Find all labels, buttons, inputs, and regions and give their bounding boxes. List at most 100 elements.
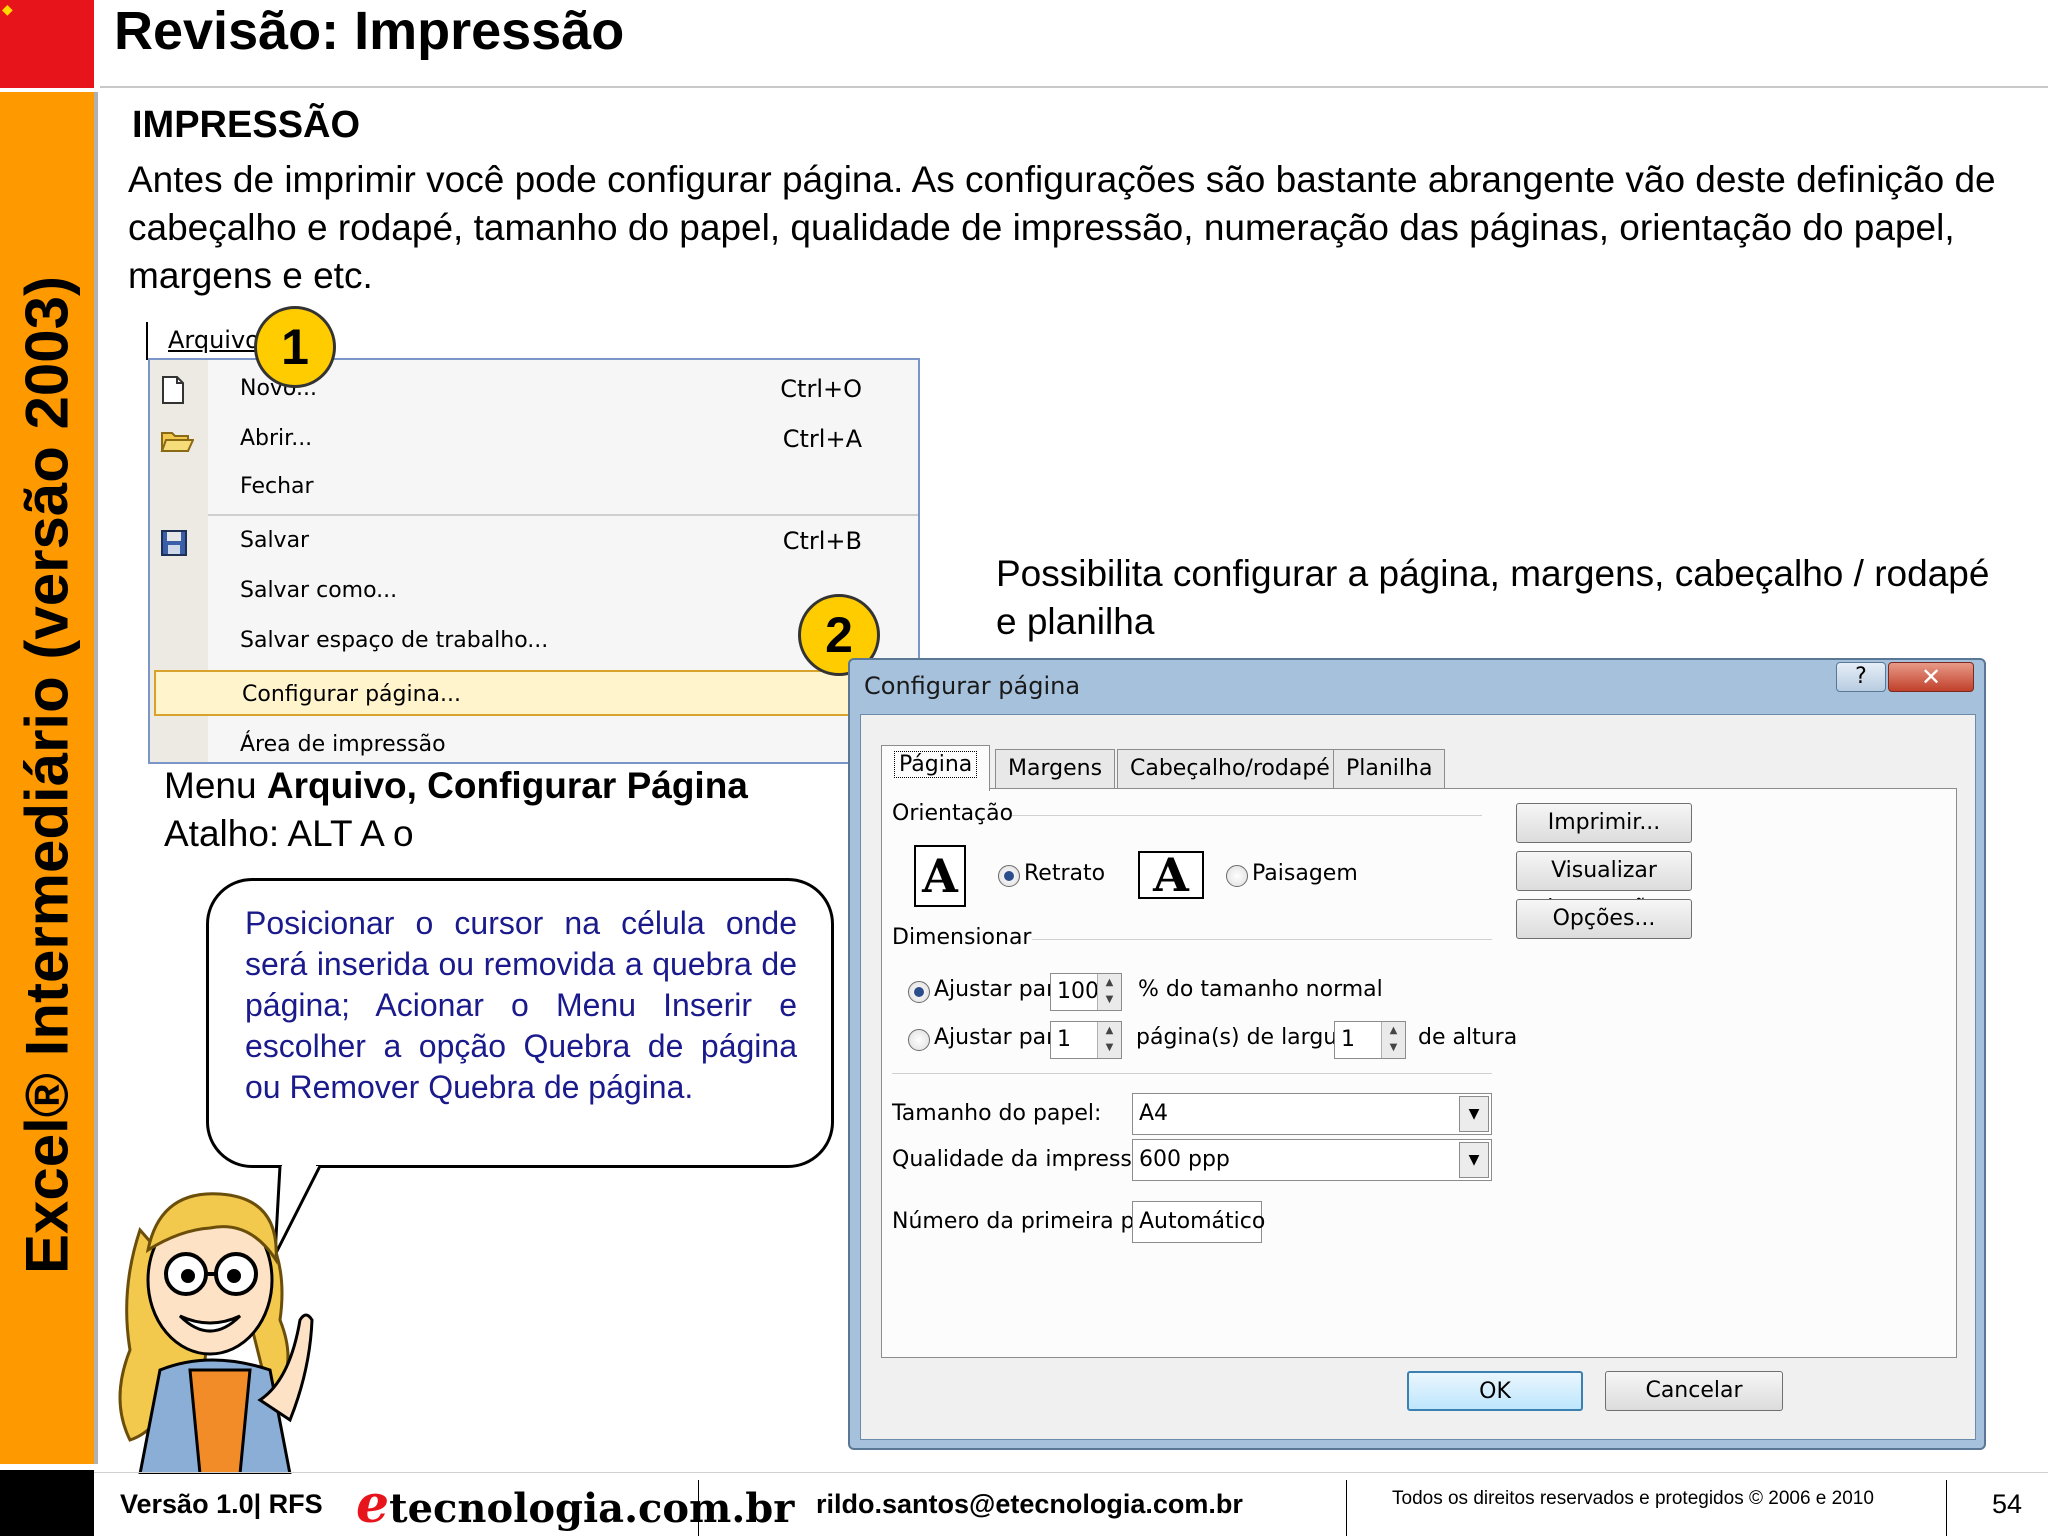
- footer-version: Versão 1.0| RFS: [120, 1489, 323, 1519]
- menu-item-fechar[interactable]: Fechar: [210, 464, 910, 510]
- spinner-value: 1: [1341, 1027, 1355, 1052]
- open-folder-icon: [160, 424, 195, 454]
- logo-text: tecnologia.com.br: [389, 1485, 795, 1532]
- options-button[interactable]: Opções...: [1516, 899, 1692, 939]
- intro-paragraph: Antes de imprimir você pode configurar p…: [128, 159, 1996, 296]
- menu-caption: Menu Arquivo, Configurar Página Atalho: …: [164, 762, 748, 858]
- cartoon-girl-illustration: [118, 1192, 314, 1474]
- landscape-page-icon: A: [1138, 851, 1204, 899]
- fit-percent-suffix: % do tamanho normal: [1138, 977, 1383, 1002]
- tab-margens[interactable]: Margens: [995, 749, 1116, 789]
- fit-percent-radio[interactable]: [908, 981, 930, 1003]
- scale-percent-spinner[interactable]: 100 ▲ ▼: [1050, 973, 1122, 1011]
- print-quality-label: Qualidade da impressão:: [892, 1147, 1167, 1172]
- title-divider: [100, 86, 2048, 88]
- pages-tall-spinner[interactable]: 1 ▲ ▼: [1334, 1021, 1406, 1059]
- page-setup-dialog: Configurar página ? ✕ Página Margens Cab…: [848, 658, 1986, 1450]
- cancel-button[interactable]: Cancelar: [1605, 1371, 1783, 1411]
- tab-label: Página: [894, 751, 978, 778]
- chevron-down-icon[interactable]: ▼: [1459, 1142, 1489, 1178]
- tab-cabecalho-rodape[interactable]: Cabeçalho/rodapé: [1117, 749, 1343, 789]
- input-value: Automático: [1139, 1209, 1266, 1234]
- caption-prefix: Menu: [164, 765, 267, 806]
- tab-label: Planilha: [1346, 756, 1433, 781]
- scaling-group-label: Dimensionar: [892, 925, 1032, 950]
- sidebar-vertical-title: Excel® Intermediário (versão 2003): [13, 275, 81, 1275]
- menu-item-label: Salvar como...: [240, 578, 398, 603]
- file-menu-screenshot: Arquivo Novo... Ctrl+O Abrir... Ctrl+A F…: [144, 320, 920, 764]
- paper-size-label: Tamanho do papel:: [892, 1101, 1102, 1126]
- footer: Versão 1.0| RFS etecnologia.com.br rildo…: [94, 1472, 2048, 1536]
- dialog-title: Configurar página: [864, 672, 1081, 700]
- speech-bubble: Posicionar o cursor na célula onde será …: [206, 878, 834, 1168]
- step-badge-1: 1: [254, 306, 336, 388]
- menu-item-salvar[interactable]: Salvar Ctrl+B: [161, 518, 910, 564]
- dialog-description: Possibilita configurar a página, margens…: [996, 553, 1990, 642]
- caption-bold: Arquivo, Configurar Página: [266, 765, 748, 806]
- footer-copyright: Todos os direitos reservados e protegido…: [1392, 1488, 1874, 1509]
- spinner-arrows-icon[interactable]: ▲ ▼: [1097, 974, 1121, 1010]
- menu-item-configurar-pagina[interactable]: Configurar página...: [154, 670, 854, 716]
- tab-label: Cabeçalho/rodapé: [1130, 756, 1330, 781]
- logo-mini-icon: ◆: [2, 2, 13, 18]
- tab-label: Margens: [1008, 756, 1103, 781]
- spinner-arrows-icon[interactable]: ▲ ▼: [1097, 1022, 1121, 1058]
- portrait-label: Retrato: [1024, 861, 1106, 886]
- ok-button[interactable]: OK: [1407, 1371, 1583, 1411]
- spinner-value: 100: [1057, 979, 1099, 1004]
- fit-pages-radio[interactable]: [908, 1029, 930, 1051]
- menu-arquivo[interactable]: Arquivo: [146, 322, 264, 360]
- group-divider: [892, 1073, 1492, 1074]
- tab-planilha[interactable]: Planilha: [1333, 749, 1446, 789]
- menu-item-salvar-como[interactable]: Salvar como...: [210, 568, 910, 614]
- section-heading: IMPRESSÃO: [132, 104, 361, 146]
- menu-separator: [208, 514, 918, 516]
- tab-pagina[interactable]: Página: [881, 745, 991, 791]
- menu-item-shortcut: Ctrl+A: [782, 425, 862, 453]
- tab-panel-pagina: Orientação A Retrato A Paisagem Dimensio…: [881, 788, 1957, 1358]
- menu-item-shortcut: Ctrl+O: [780, 375, 862, 403]
- menu-item-abrir[interactable]: Abrir... Ctrl+A: [160, 416, 910, 462]
- print-preview-button[interactable]: Visualizar impressão: [1516, 851, 1692, 921]
- footer-divider: [1946, 1480, 1947, 1536]
- chevron-down-icon[interactable]: ▼: [1459, 1096, 1489, 1132]
- menu-item-shortcut: Ctrl+B: [782, 527, 862, 555]
- footer-email: rildo.santos@etecnologia.com.br: [816, 1489, 1243, 1519]
- landscape-radio[interactable]: [1226, 865, 1248, 887]
- orientation-group-label: Orientação: [892, 801, 1014, 826]
- save-disk-icon: [160, 526, 190, 556]
- spinner-value: 1: [1057, 1027, 1071, 1052]
- corner-red-block: ◆: [0, 0, 94, 88]
- pages-wide-spinner[interactable]: 1 ▲ ▼: [1050, 1021, 1122, 1059]
- file-menu-dropdown: Novo... Ctrl+O Abrir... Ctrl+A Fechar Sa…: [148, 358, 920, 764]
- select-value: 600 ppp: [1139, 1147, 1230, 1172]
- portrait-page-icon: A: [914, 845, 966, 907]
- footer-divider: [1346, 1480, 1347, 1536]
- corner-black-block: [0, 1470, 94, 1536]
- spinner-arrows-icon[interactable]: ▲ ▼: [1381, 1022, 1405, 1058]
- footer-divider: [698, 1480, 699, 1536]
- paper-size-select[interactable]: A4 ▼: [1132, 1093, 1492, 1135]
- first-page-number-input[interactable]: Automático: [1132, 1201, 1266, 1243]
- shortcut-caption: Atalho: ALT A o: [164, 813, 414, 854]
- select-value: A4: [1139, 1101, 1169, 1126]
- print-button[interactable]: Imprimir...: [1516, 803, 1692, 843]
- menu-item-label: Abrir...: [240, 426, 313, 451]
- dialog-body: Página Margens Cabeçalho/rodapé Planilha…: [860, 714, 1976, 1440]
- menu-item-label: Salvar espaço de trabalho...: [240, 628, 549, 653]
- menu-item-label: Configurar página...: [242, 682, 462, 707]
- etecnologia-logo: etecnologia.com.br: [356, 1474, 794, 1535]
- close-button[interactable]: ✕: [1888, 662, 1974, 692]
- new-document-icon: [160, 374, 190, 404]
- menu-item-label: Salvar: [240, 528, 310, 553]
- landscape-label: Paisagem: [1252, 861, 1358, 886]
- page-title: Revisão: Impressão: [114, 1, 625, 61]
- group-divider: [1012, 815, 1482, 816]
- group-divider: [1032, 939, 1492, 940]
- page-number: 54: [1992, 1489, 2023, 1519]
- help-button[interactable]: ?: [1836, 662, 1886, 692]
- pages-tall-label: de altura: [1418, 1025, 1518, 1050]
- portrait-radio[interactable]: [998, 865, 1020, 887]
- menu-item-label: Fechar: [240, 474, 314, 499]
- print-quality-select[interactable]: 600 ppp ▼: [1132, 1139, 1492, 1181]
